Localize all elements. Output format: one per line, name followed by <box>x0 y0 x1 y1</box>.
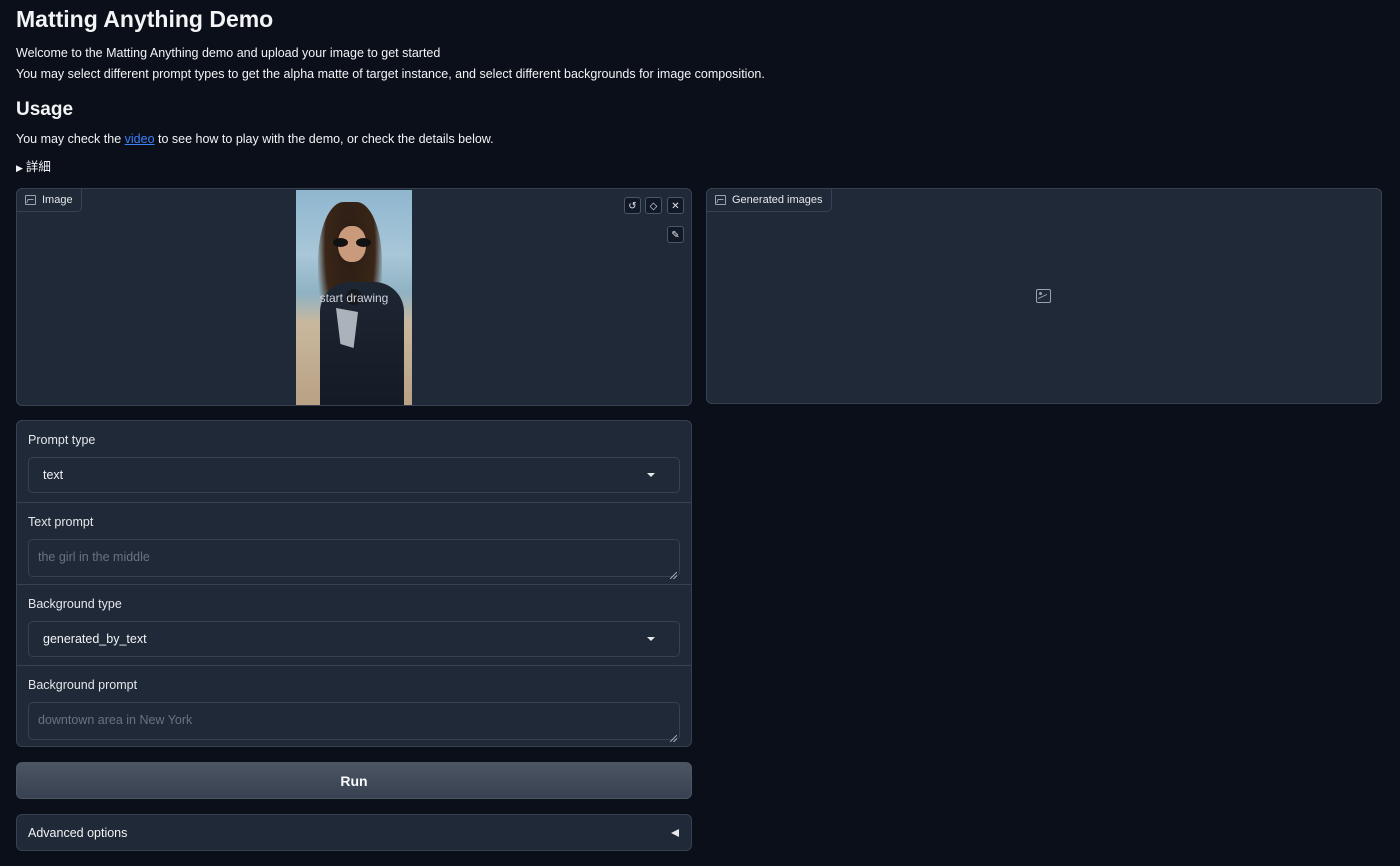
background-prompt-block: Background prompt <box>17 665 691 746</box>
image-label-chip: Image <box>17 189 82 212</box>
undo-icon: ↺ <box>628 201 637 212</box>
undo-button[interactable]: ↺ <box>624 197 641 214</box>
intro-line-2: You may select different prompt types to… <box>16 67 765 81</box>
prompt-type-value: text <box>43 468 64 482</box>
generated-label-chip: Generated images <box>707 189 832 212</box>
details-toggle[interactable]: ▶ 詳細 <box>16 156 51 175</box>
usage-heading: Usage <box>16 99 74 120</box>
image-input-panel[interactable]: Image start drawing ↺ ◇ ✕ ✎ <box>16 188 692 406</box>
advanced-options-label: Advanced options <box>28 825 128 840</box>
eraser-icon: ◇ <box>649 201 658 212</box>
page: Matting Anything Demo Welcome to the Mat… <box>0 0 1400 866</box>
chevron-down-icon <box>647 473 655 477</box>
usage-text-after: to see how to play with the demo, or che… <box>154 132 494 146</box>
background-type-block: Background type generated_by_text <box>17 584 691 665</box>
options-form: Prompt type text Text prompt Background … <box>16 420 692 747</box>
prompt-type-block: Prompt type text <box>17 421 691 502</box>
details-label: 詳細 <box>25 160 51 174</box>
image-icon <box>715 195 726 205</box>
prompt-type-dropdown[interactable]: text <box>28 457 680 493</box>
usage-text-before: You may check the <box>16 132 125 146</box>
close-icon: ✕ <box>671 201 680 212</box>
background-type-value: generated_by_text <box>43 632 147 646</box>
image-icon <box>25 195 36 205</box>
advanced-options-accordion[interactable]: Advanced options <box>16 814 692 851</box>
eraser-button[interactable]: ◇ <box>645 197 662 214</box>
image-placeholder-icon <box>1036 289 1051 303</box>
background-type-dropdown[interactable]: generated_by_text <box>28 621 680 657</box>
cursor-icon <box>346 289 362 305</box>
intro-line-1: Welcome to the Matting Anything demo and… <box>16 46 441 60</box>
video-link[interactable]: video <box>125 132 155 146</box>
image-label: Image <box>42 194 73 206</box>
intro-text: Welcome to the Matting Anything demo and… <box>16 43 765 85</box>
text-prompt-label: Text prompt <box>28 515 94 529</box>
triangle-right-icon: ▶ <box>16 163 23 173</box>
clear-button[interactable]: ✕ <box>667 197 684 214</box>
prompt-type-label: Prompt type <box>28 433 96 447</box>
usage-description: You may check the video to see how to pl… <box>16 132 494 146</box>
background-prompt-input[interactable] <box>28 702 680 740</box>
chevron-down-icon <box>647 637 655 641</box>
triangle-left-icon <box>671 828 679 837</box>
brush-icon: ✎ <box>671 230 680 241</box>
text-prompt-input[interactable] <box>28 539 680 577</box>
generated-images-panel: Generated images <box>706 188 1382 404</box>
brush-button[interactable]: ✎ <box>667 226 684 243</box>
generated-images-label: Generated images <box>732 194 823 206</box>
text-prompt-block: Text prompt <box>17 502 691 584</box>
background-type-label: Background type <box>28 597 122 611</box>
background-prompt-label: Background prompt <box>28 678 138 692</box>
run-button[interactable]: Run <box>16 762 692 799</box>
page-title: Matting Anything Demo <box>16 6 274 32</box>
